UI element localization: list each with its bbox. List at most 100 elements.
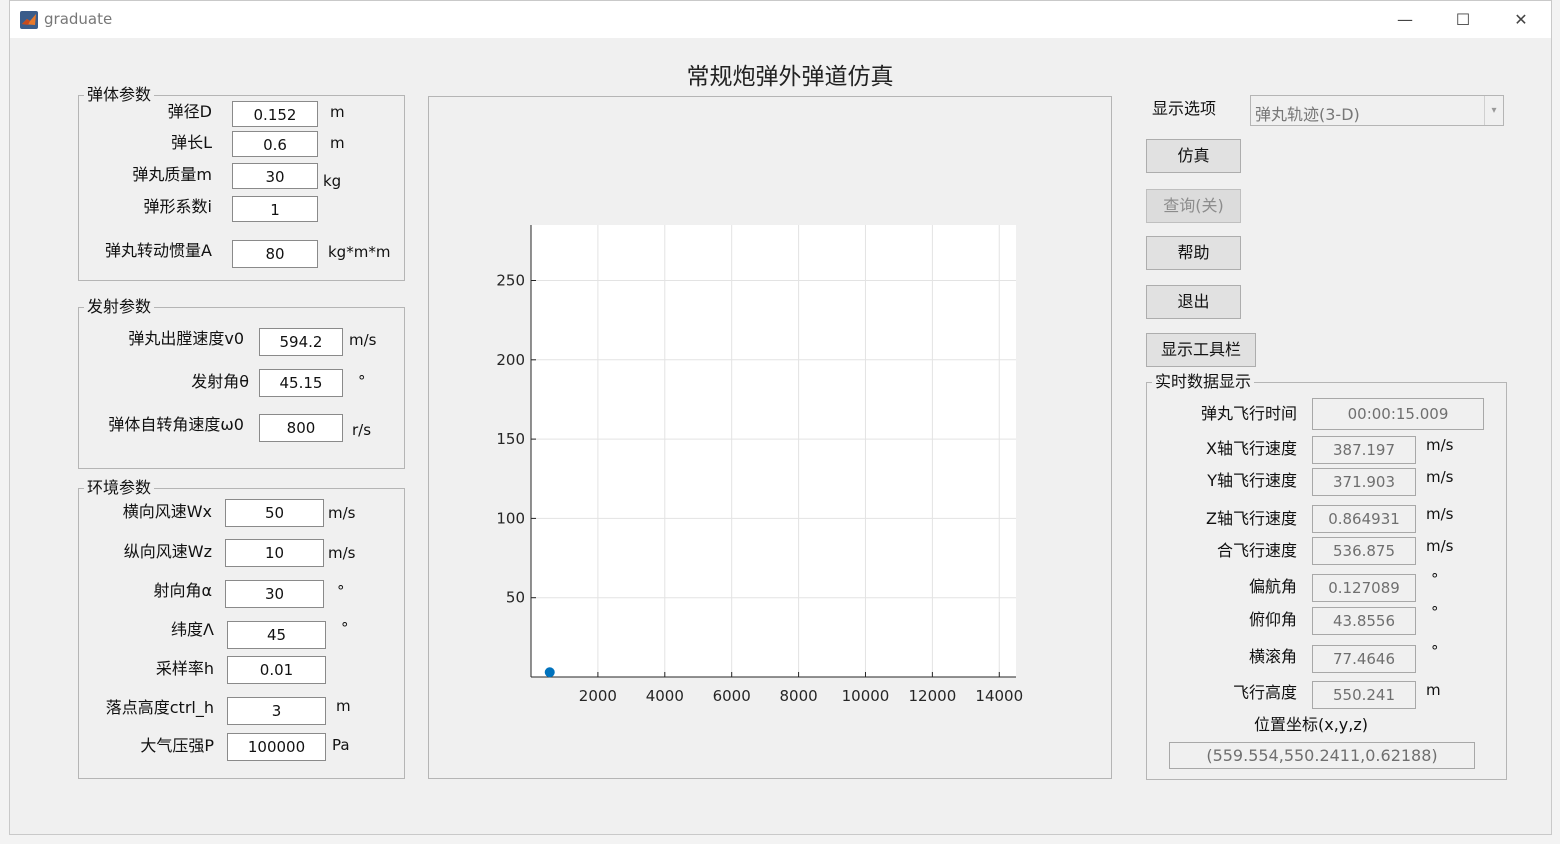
azimuth-unit: ° — [337, 582, 345, 600]
flight-time-value: 00:00:15.009 — [1312, 398, 1484, 430]
plot-area — [531, 225, 1016, 677]
mass-input[interactable]: 30 — [232, 163, 318, 189]
flight-time-label: 弹丸飞行时间 — [1200, 404, 1297, 423]
wind-x-label: 横向风速Wx — [122, 502, 212, 521]
realtime-group: 实时数据显示 弹丸飞行时间 00:00:15.009 X轴飞行速度 387.19… — [1146, 372, 1507, 780]
pitch-label: 俯仰角 — [1248, 610, 1297, 629]
x-tick-label: 12000 — [909, 687, 957, 705]
x-tick-label: 10000 — [842, 687, 890, 705]
landing-height-label: 落点高度ctrl_h — [105, 698, 214, 717]
plot-panel: 2000 4000 6000 8000 10000 12000 14000 50 100 150 2… — [428, 96, 1112, 779]
shape-coef-label: 弹形系数i — [143, 197, 212, 216]
display-option-label: 显示选项 — [1152, 99, 1217, 118]
spin-rate-input[interactable]: 800 — [259, 414, 343, 442]
shape-coef-input[interactable]: 1 — [232, 196, 318, 222]
inertia-input[interactable]: 80 — [232, 240, 318, 268]
muzzle-velocity-unit: m/s — [349, 331, 377, 349]
vz-value: 0.864931 — [1312, 505, 1416, 533]
altitude-label: 飞行高度 — [1232, 683, 1297, 702]
wind-z-input[interactable]: 10 — [225, 539, 324, 567]
v-total-value: 536.875 — [1312, 537, 1416, 565]
pressure-unit: Pa — [332, 736, 350, 754]
display-option-value: 弹丸轨迹(3-D) — [1255, 105, 1360, 124]
pressure-label: 大气压强P — [140, 736, 214, 755]
simulate-button[interactable]: 仿真 — [1146, 139, 1241, 173]
wind-z-label: 纵向风速Wz — [123, 542, 212, 561]
x-tick-label: 2000 — [579, 687, 617, 705]
chevron-down-icon: ▾ — [1484, 96, 1503, 125]
x-tick-label: 6000 — [713, 687, 751, 705]
vz-label: Z轴飞行速度 — [1206, 509, 1297, 528]
position-value: (559.554,550.2411,0.62188) — [1169, 742, 1475, 769]
altitude-value: 550.241 — [1312, 681, 1416, 709]
query-button[interactable]: 查询(关) — [1146, 189, 1241, 223]
mass-unit: kg — [323, 172, 342, 190]
vx-unit: m/s — [1426, 436, 1454, 454]
roll-label: 横滚角 — [1248, 647, 1297, 666]
x-tick-label: 4000 — [646, 687, 684, 705]
azimuth-label: 射向角α — [153, 581, 212, 600]
trajectory-chart[interactable]: 2000 4000 6000 8000 10000 12000 14000 50 100 150 2… — [429, 97, 1111, 778]
landing-height-unit: m — [336, 697, 351, 715]
length-input[interactable]: 0.6 — [232, 131, 318, 157]
y-tick-label: 200 — [496, 351, 525, 369]
length-unit: m — [330, 134, 345, 152]
display-option-select[interactable]: 弹丸轨迹(3-D) ▾ — [1250, 95, 1504, 126]
y-tick-label: 100 — [496, 509, 525, 527]
vy-label: Y轴飞行速度 — [1207, 471, 1297, 490]
diameter-label: 弹径D — [167, 102, 212, 121]
y-tick-label: 250 — [496, 272, 525, 290]
landing-height-input[interactable]: 3 — [227, 697, 326, 725]
diameter-input[interactable]: 0.152 — [232, 101, 318, 127]
y-tick-label: 50 — [506, 589, 525, 607]
pitch-value: 43.8556 — [1312, 607, 1416, 635]
desktop-background-bottom — [0, 835, 1560, 844]
vz-unit: m/s — [1426, 505, 1454, 523]
muzzle-velocity-input[interactable]: 594.2 — [259, 328, 343, 356]
yaw-label: 偏航角 — [1248, 577, 1297, 596]
spin-rate-unit: r/s — [352, 421, 372, 439]
close-icon: ✕ — [1514, 10, 1528, 29]
launch-params-title: 发射参数 — [84, 297, 155, 317]
main-title: 常规炮弹外弹道仿真 — [686, 64, 894, 90]
v-total-label: 合飞行速度 — [1216, 541, 1297, 560]
realtime-title: 实时数据显示 — [1152, 372, 1255, 392]
v-total-unit: m/s — [1426, 537, 1454, 555]
diameter-unit: m — [330, 103, 345, 121]
launch-angle-unit: ° — [358, 372, 366, 390]
sample-rate-input[interactable]: 0.01 — [227, 656, 326, 684]
desktop-background-right — [1552, 0, 1560, 844]
env-params-group: 环境参数 横向风速Wx 50 m/s 纵向风速Wz 10 m/s 射向角α 30… — [78, 478, 405, 779]
muzzle-velocity-label: 弹丸出膛速度v0 — [128, 329, 244, 348]
position-label: 位置坐标(x,y,z) — [1254, 715, 1368, 734]
env-params-title: 环境参数 — [84, 478, 155, 498]
help-button[interactable]: 帮助 — [1146, 236, 1241, 270]
vx-label: X轴飞行速度 — [1206, 439, 1297, 458]
title-bar: graduate — ☐ ✕ — [10, 1, 1551, 38]
pressure-input[interactable]: 100000 — [227, 733, 326, 761]
azimuth-input[interactable]: 30 — [225, 580, 324, 608]
wind-x-unit: m/s — [328, 504, 356, 522]
window-title: graduate — [44, 10, 113, 28]
roll-value: 77.4646 — [1312, 645, 1416, 673]
inertia-label: 弹丸转动惯量A — [105, 241, 212, 260]
vy-unit: m/s — [1426, 468, 1454, 486]
body-params-title: 弹体参数 — [84, 85, 155, 105]
y-tick-label: 150 — [496, 430, 525, 448]
launch-angle-input[interactable]: 45.15 — [259, 369, 343, 397]
exit-button[interactable]: 退出 — [1146, 285, 1241, 319]
roll-unit: ° — [1431, 642, 1439, 660]
altitude-unit: m — [1426, 681, 1441, 699]
desktop-background-left — [0, 0, 9, 844]
show-toolbar-button[interactable]: 显示工具栏 — [1146, 333, 1256, 367]
minimize-button[interactable]: — — [1376, 1, 1434, 38]
spin-rate-label: 弹体自转角速度ω0 — [108, 415, 244, 434]
latitude-input[interactable]: 45 — [227, 621, 326, 649]
wind-x-input[interactable]: 50 — [225, 499, 324, 527]
maximize-button[interactable]: ☐ — [1434, 1, 1492, 38]
maximize-icon: ☐ — [1455, 10, 1471, 29]
launch-params-group: 发射参数 弹丸出膛速度v0 594.2 m/s 发射角θ 45.15 ° 弹体自… — [78, 297, 405, 469]
length-label: 弹长L — [171, 133, 212, 152]
matlab-icon — [20, 11, 38, 29]
close-button[interactable]: ✕ — [1492, 1, 1550, 38]
